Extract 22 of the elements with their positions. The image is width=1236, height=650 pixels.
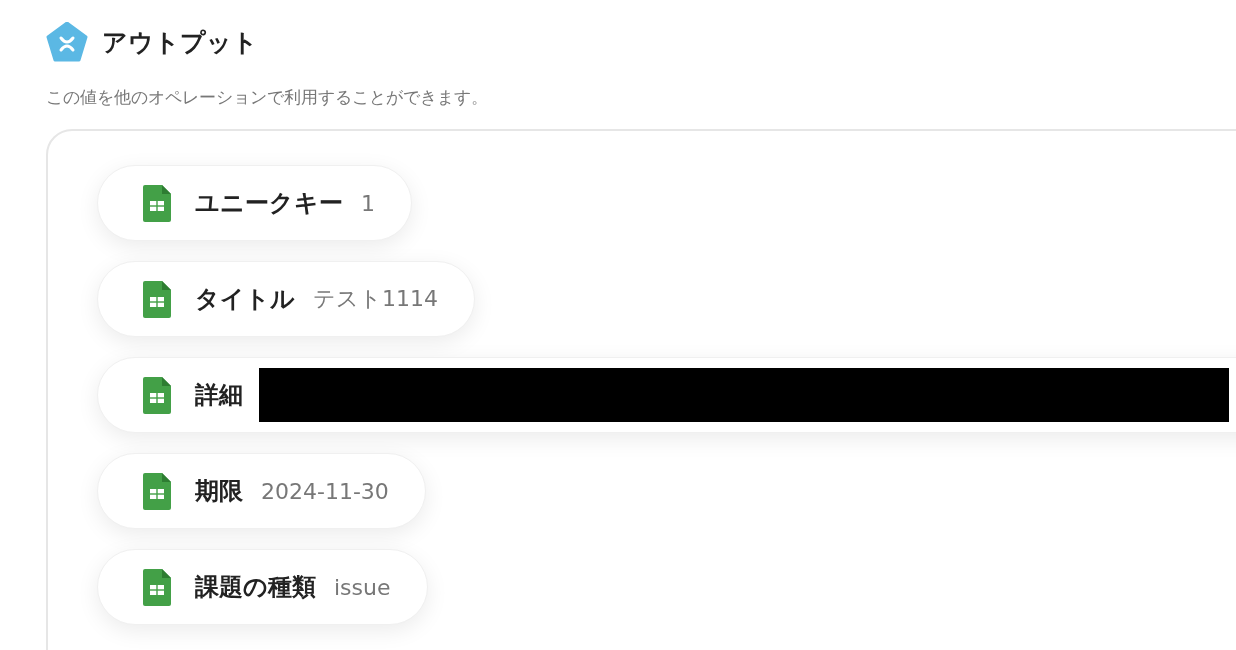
spreadsheet-icon bbox=[143, 568, 171, 606]
output-label: 期限 bbox=[195, 476, 243, 507]
spreadsheet-icon bbox=[143, 280, 171, 318]
output-label: ユニークキー bbox=[195, 188, 343, 219]
output-value: issue bbox=[334, 574, 391, 600]
output-chip[interactable]: 詳細 bbox=[97, 357, 1236, 433]
output-label: タイトル bbox=[195, 284, 295, 315]
section-title: アウトプット bbox=[102, 26, 258, 59]
output-chip[interactable]: 課題の種類 issue bbox=[97, 549, 428, 625]
output-chip[interactable]: ユニークキー 1 bbox=[97, 165, 412, 241]
output-label: 課題の種類 bbox=[195, 572, 316, 603]
output-chip[interactable]: タイトル テスト1114 bbox=[97, 261, 475, 337]
spreadsheet-icon bbox=[143, 184, 171, 222]
output-chip[interactable]: 期限 2024-11-30 bbox=[97, 453, 426, 529]
spreadsheet-icon bbox=[143, 376, 171, 414]
logo-icon bbox=[46, 22, 88, 62]
output-value: テスト1114 bbox=[313, 285, 438, 313]
section-description: この値を他のオペレーションで利用することができます。 bbox=[46, 86, 489, 109]
output-value: 2024-11-30 bbox=[261, 478, 389, 504]
output-value: 1 bbox=[361, 190, 375, 216]
spreadsheet-icon bbox=[143, 472, 171, 510]
output-label: 詳細 bbox=[195, 380, 243, 411]
